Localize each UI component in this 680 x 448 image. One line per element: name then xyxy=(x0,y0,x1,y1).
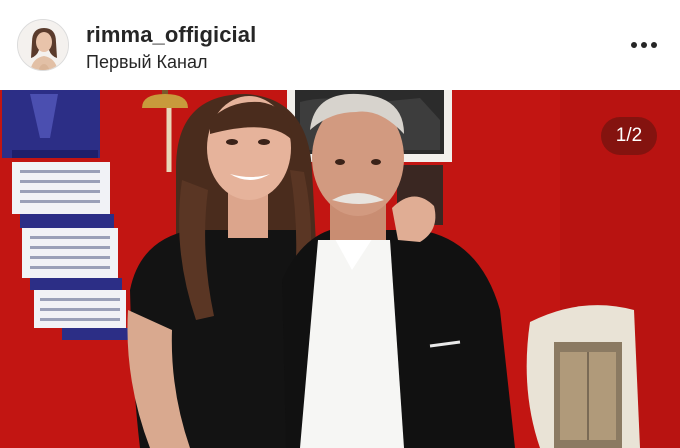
location-link[interactable]: Первый Канал xyxy=(86,52,207,73)
carousel-counter: 1/2 xyxy=(601,117,657,155)
username-link[interactable]: rimma_offigicial xyxy=(86,22,256,48)
more-options-button[interactable] xyxy=(624,30,664,60)
post-photo[interactable]: 1/2 xyxy=(0,90,680,448)
post-header: rimma_offigicial Первый Канал xyxy=(0,0,680,90)
more-horizontal-icon xyxy=(631,42,657,48)
profile-avatar-icon xyxy=(18,20,68,70)
photo-illustration xyxy=(0,90,680,448)
avatar[interactable] xyxy=(17,19,69,71)
